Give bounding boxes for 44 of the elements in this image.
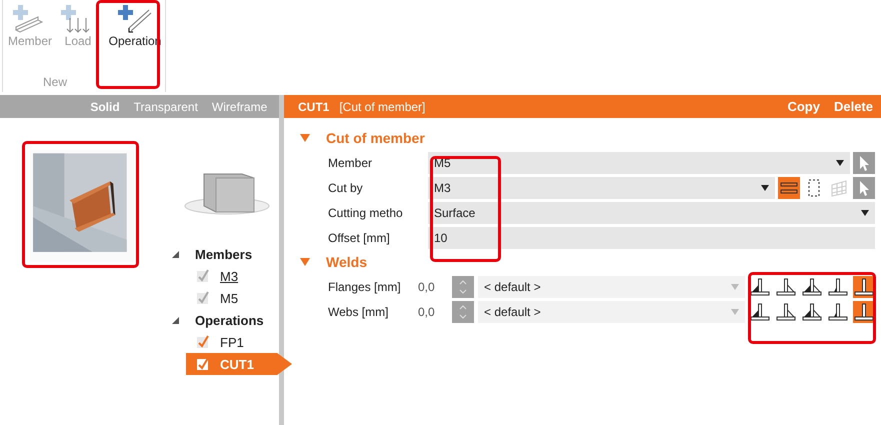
section-tool-icon[interactable] xyxy=(778,176,800,198)
weld-type-icon[interactable] xyxy=(775,276,797,298)
tree-item[interactable]: FP1 xyxy=(172,331,274,353)
field-label: Webs [mm] xyxy=(328,304,390,318)
spinner-icon[interactable] xyxy=(452,276,474,298)
group-label: New xyxy=(42,75,67,89)
weld-size: 0,0 xyxy=(418,304,436,318)
dropdown-field[interactable]: M5 xyxy=(428,152,850,174)
weld-type-icon[interactable] xyxy=(853,300,875,322)
dropdown-arrow-icon[interactable] xyxy=(836,160,844,166)
checkbox-icon[interactable] xyxy=(196,357,210,371)
dropdown-field[interactable]: < default > xyxy=(478,276,745,298)
weld-type-icon[interactable] xyxy=(827,300,849,322)
field-label: Member xyxy=(328,156,374,170)
cursor-icon[interactable] xyxy=(853,152,875,174)
field-label: Flanges [mm] xyxy=(328,280,402,294)
input-field[interactable]: 10 xyxy=(428,226,875,248)
collapse-icon[interactable] xyxy=(172,316,179,324)
object-type: [Cut of member] xyxy=(339,100,426,114)
field-label: Cut by xyxy=(328,180,364,194)
section-title: Cut of member xyxy=(326,130,425,146)
field-label: Offset [mm] xyxy=(328,230,391,244)
weld-type-icon[interactable] xyxy=(775,300,797,322)
cursor-icon[interactable] xyxy=(853,176,875,198)
checkbox-icon[interactable] xyxy=(196,335,210,349)
weld-type-icon[interactable] xyxy=(801,276,823,298)
weld-type-icon[interactable] xyxy=(827,276,849,298)
section-title: Welds xyxy=(326,254,367,270)
weld-type-icon[interactable] xyxy=(853,276,875,298)
object-name: CUT1 xyxy=(298,100,330,114)
weld-type-icon[interactable] xyxy=(801,300,823,322)
dropdown-field[interactable]: Surface xyxy=(428,202,875,224)
dropdown-arrow-icon[interactable] xyxy=(861,210,869,216)
weld-type-icon[interactable] xyxy=(749,300,771,322)
tree-group-label[interactable]: Members xyxy=(195,246,252,262)
weld-type-icon[interactable] xyxy=(749,276,771,298)
weld-size: 0,0 xyxy=(418,280,436,294)
field-label: Cutting metho xyxy=(328,206,404,220)
dropdown-field[interactable]: M3 xyxy=(428,176,775,198)
spinner-icon[interactable] xyxy=(452,300,474,322)
tree-group-label[interactable]: Operations xyxy=(195,312,264,328)
dropdown-arrow-icon[interactable] xyxy=(761,184,769,190)
dropdown-field[interactable]: < default > xyxy=(478,300,745,322)
collapse-icon[interactable] xyxy=(172,250,179,258)
